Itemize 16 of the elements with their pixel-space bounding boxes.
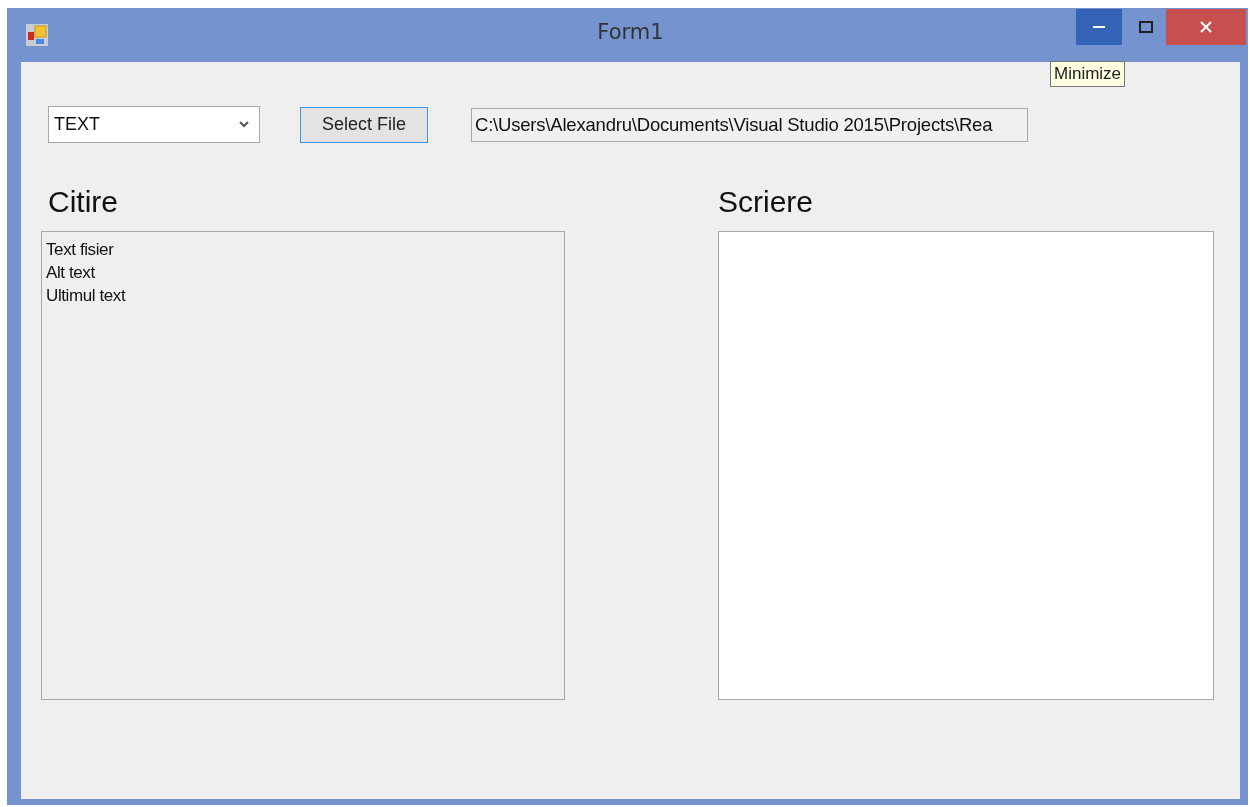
text-area[interactable]: Text fisier Alt text Ultimul text [41,231,565,700]
text-area[interactable] [718,231,1214,700]
tooltip: Minimize [1050,61,1126,87]
text-line: Alt text [46,262,96,284]
window-title: Form1 [596,20,665,44]
section-heading: Citire [48,185,118,220]
app-icon [26,24,48,46]
text-line: Text fisier [46,239,115,261]
close-icon [1200,21,1212,33]
chevron-down-icon [239,121,249,128]
format-dropdown[interactable]: TEXT [48,106,260,143]
section-heading: Scriere [718,185,814,220]
text-line: Ultimul text [46,285,127,307]
path-field[interactable]: C:\Users\Alexandru\Documents\Visual Studio 2015\Projects\Rea [471,107,1028,142]
select-file-button[interactable]: Select File [300,106,428,143]
maximize-icon [1139,21,1153,33]
